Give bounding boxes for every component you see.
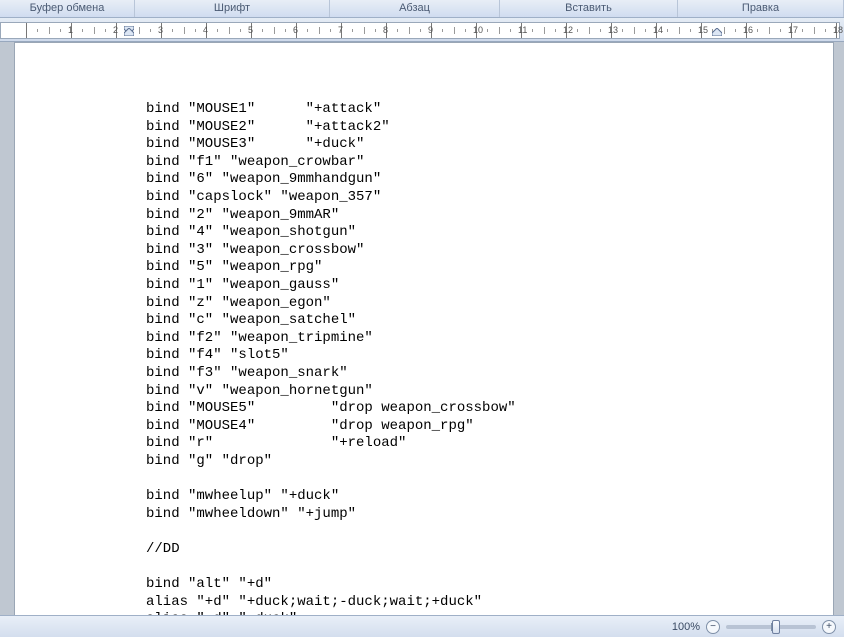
ribbon-group-labels: Буфер обменаШрифтАбзацВставитьПравка xyxy=(0,0,844,18)
zoom-out-button[interactable]: − xyxy=(706,620,720,634)
document-body-text[interactable]: bind "MOUSE1" "+attack" bind "MOUSE2" "+… xyxy=(146,101,833,615)
page: bind "MOUSE1" "+attack" bind "MOUSE2" "+… xyxy=(14,42,834,615)
zoom-slider[interactable] xyxy=(726,625,816,629)
zoom-in-button[interactable]: + xyxy=(822,620,836,634)
ruler-area: 123456789101112131415161718 xyxy=(0,18,844,42)
ribbon-group-label: Буфер обмена xyxy=(0,0,135,17)
ribbon-group-label: Вставить xyxy=(500,0,678,17)
horizontal-ruler[interactable]: 123456789101112131415161718 xyxy=(0,22,840,39)
first-line-indent-marker[interactable] xyxy=(124,26,134,34)
status-bar: 100% − + xyxy=(0,615,844,637)
zoom-slider-thumb[interactable] xyxy=(772,620,780,634)
right-indent-marker[interactable] xyxy=(712,28,722,36)
ribbon-group-label: Правка xyxy=(678,0,844,17)
ribbon-group-label: Шрифт xyxy=(135,0,330,17)
document-scroll-area[interactable]: bind "MOUSE1" "+attack" bind "MOUSE2" "+… xyxy=(0,42,844,615)
zoom-percent-label: 100% xyxy=(672,621,700,633)
ribbon-group-label: Абзац xyxy=(330,0,500,17)
left-indent-marker[interactable] xyxy=(124,28,134,36)
